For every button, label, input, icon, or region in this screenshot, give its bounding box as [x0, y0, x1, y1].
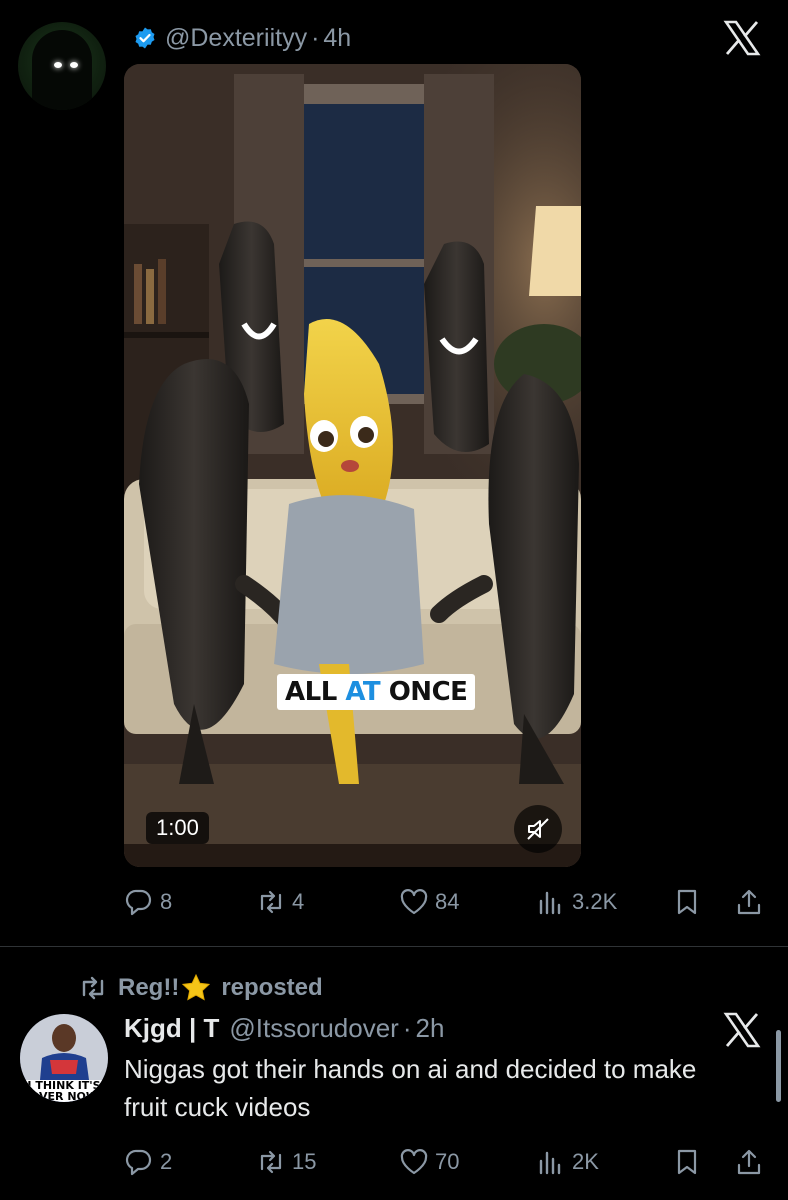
- like-count: 84: [435, 889, 460, 914]
- reply-icon: [125, 889, 152, 916]
- reply-button[interactable]: 8: [124, 880, 172, 924]
- repost-icon: [260, 1150, 282, 1174]
- mute-button[interactable]: [514, 805, 562, 853]
- views-count: 2K: [572, 1149, 599, 1174]
- caption-highlight: AT: [345, 677, 381, 707]
- author-handle[interactable]: @Itssorudover: [229, 1013, 398, 1044]
- author-handle[interactable]: @Dexteriityy: [165, 24, 307, 53]
- like-icon: [400, 1149, 428, 1175]
- x-logo-icon: [723, 1012, 761, 1048]
- separator-dot: ·: [311, 23, 320, 52]
- reposted-by-name: Reg!!: [118, 974, 180, 1001]
- bookmark-button[interactable]: [672, 1140, 702, 1184]
- scrollbar-thumb[interactable]: [776, 1030, 781, 1102]
- views-button[interactable]: 2K: [536, 1140, 599, 1184]
- caption-text: ALL: [285, 677, 346, 707]
- repost-icon: [82, 976, 104, 1000]
- post-time[interactable]: 2h: [416, 1013, 445, 1044]
- reply-button[interactable]: 2: [124, 1140, 172, 1184]
- video-duration: 1:00: [146, 812, 209, 844]
- separator-dot: ·: [402, 1012, 412, 1043]
- avatar[interactable]: [18, 22, 106, 110]
- star-icon: [182, 973, 211, 1001]
- reply-icon: [125, 1149, 152, 1176]
- video-frame: [124, 64, 581, 867]
- repost-indicator: Reg!! reposted: [78, 970, 323, 1006]
- avatar-text: I THINK IT'S OVER NOW: [27, 1079, 101, 1102]
- bookmark-button[interactable]: [672, 880, 702, 924]
- author-name[interactable]: Kjgd | T: [124, 1013, 219, 1044]
- x-logo-button[interactable]: [722, 1010, 762, 1055]
- video-caption: ALL AT ONCE: [277, 674, 476, 710]
- x-logo-button[interactable]: [722, 18, 762, 63]
- share-button[interactable]: [734, 880, 764, 924]
- bookmark-icon: [677, 889, 697, 915]
- repost-count: 15: [292, 1149, 317, 1174]
- repost-button[interactable]: 15: [256, 1140, 316, 1184]
- like-button[interactable]: 70: [399, 1140, 459, 1184]
- views-icon: [539, 891, 561, 915]
- reposted-by[interactable]: Reg!!: [118, 973, 211, 1003]
- avatar-eye: [54, 62, 62, 68]
- verified-icon: [135, 27, 155, 49]
- share-button[interactable]: [734, 1140, 764, 1184]
- reposted-label: reposted: [221, 974, 323, 1001]
- post-divider: [0, 946, 788, 947]
- post-header: Kjgd | T @Itssorudover · 2h: [124, 1010, 444, 1046]
- tweet-text: Niggas got their hands on ai and decided…: [124, 1054, 697, 1122]
- repost-count: 4: [292, 889, 305, 914]
- share-icon: [737, 1149, 761, 1175]
- avatar[interactable]: I THINK IT'S OVER NOW: [20, 1014, 108, 1102]
- post-header: @Dexteriityy · 4h: [133, 20, 351, 56]
- avatar-eye: [70, 62, 78, 68]
- like-button[interactable]: 84: [399, 880, 459, 924]
- repost-button[interactable]: 4: [256, 880, 304, 924]
- mute-icon: [527, 818, 549, 840]
- views-count: 3.2K: [572, 889, 618, 914]
- views-icon: [539, 1151, 561, 1175]
- bookmark-icon: [677, 1149, 697, 1175]
- video-player[interactable]: ALL AT ONCE 1:00: [124, 64, 581, 867]
- share-icon: [737, 889, 761, 915]
- post-time[interactable]: 4h: [323, 24, 351, 53]
- repost-icon: [260, 890, 282, 914]
- reply-count: 8: [160, 889, 173, 914]
- x-logo-icon: [723, 20, 761, 56]
- reply-count: 2: [160, 1149, 173, 1174]
- like-icon: [400, 889, 428, 915]
- views-button[interactable]: 3.2K: [536, 880, 617, 924]
- caption-text: ONCE: [380, 677, 468, 707]
- avatar-hood: [32, 30, 92, 110]
- post-actions: 2 15 70 2K: [124, 1140, 774, 1184]
- like-count: 70: [435, 1149, 460, 1174]
- post-actions: 8 4 84 3.2K: [124, 880, 774, 924]
